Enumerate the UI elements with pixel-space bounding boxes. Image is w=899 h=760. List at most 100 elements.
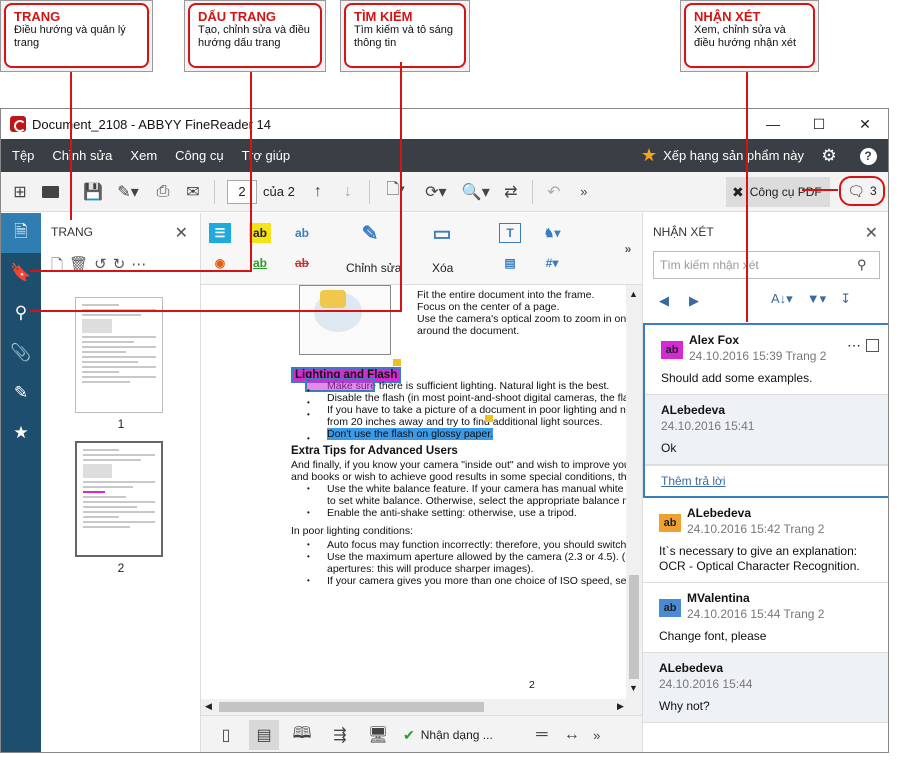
email-icon[interactable]: ✉ — [178, 177, 208, 207]
eraser-icon[interactable]: ▭ — [431, 223, 453, 245]
underline-icon[interactable]: ab — [249, 253, 271, 273]
number-icon[interactable]: #▾ — [541, 253, 563, 273]
window-title: Document_2108 - ABBYY FineReader 14 — [32, 116, 271, 132]
erase-label[interactable]: Xóa — [432, 261, 453, 275]
rotate-right-icon[interactable]: ↻ — [113, 255, 126, 280]
comment-item[interactable]: ab Alex Fox 24.10.2016 15:39 Trang 2 Sho… — [645, 325, 888, 394]
expand-all-icon[interactable]: ↧ — [840, 291, 851, 307]
resolve-checkbox[interactable] — [866, 339, 879, 352]
help-icon[interactable]: ? — [857, 145, 879, 167]
menu-edit[interactable]: Chỉnh sửa — [43, 148, 121, 163]
edit-label[interactable]: Chỉnh sửa — [346, 261, 401, 275]
highlight-badge: ab — [659, 599, 681, 617]
underline-text-icon[interactable]: ab — [291, 223, 313, 243]
note-marker-icon[interactable] — [485, 415, 493, 422]
star-icon[interactable]: ★ — [9, 421, 33, 445]
pdf-tools-button[interactable]: ✖ Công cụ PDF — [726, 177, 830, 207]
compare-icon[interactable]: ⇄ — [496, 177, 526, 207]
callout-desc: Điều hướng và quản lý trang — [14, 24, 126, 49]
image-icon[interactable]: ▤ — [499, 253, 521, 273]
minimize-button[interactable]: — — [750, 109, 796, 139]
save-icon[interactable]: 💾 — [78, 177, 108, 207]
add-reply-link[interactable]: Thêm trả lời — [661, 474, 726, 488]
signature-icon[interactable]: ✎ — [9, 381, 33, 405]
note-marker-icon[interactable] — [393, 359, 401, 366]
callout-connector — [746, 72, 748, 322]
rotate-left-icon[interactable]: ↺ — [94, 255, 107, 280]
print-icon[interactable]: ⎙ — [148, 177, 178, 207]
next-page-icon[interactable]: ↓ — [333, 177, 363, 207]
menu-tools[interactable]: Công cụ — [166, 148, 232, 163]
filter-icon[interactable]: ▼▾ — [807, 291, 826, 307]
menu-bar: Tệp Chỉnh sửa Xem Công cụ Trợ giúp ★ Xếp… — [1, 139, 888, 172]
stamp-user-icon[interactable]: ♞▾ — [541, 223, 563, 243]
comment-thread-selected[interactable]: ab Alex Fox 24.10.2016 15:39 Trang 2 Sho… — [643, 323, 888, 498]
comment-item[interactable]: ab ALebedeva 24.10.2016 15:42 Trang 2 It… — [643, 498, 888, 583]
callout-pages: TRANG Điều hướng và quản lý trang — [0, 0, 153, 72]
next-comment-icon[interactable]: ▶ — [689, 293, 699, 309]
zoom-level-icon[interactable]: ═ — [527, 720, 557, 750]
delete-page-icon[interactable]: 🗑 — [69, 255, 88, 280]
fit-page-width-icon[interactable]: ↔ — [557, 720, 587, 750]
close-icon[interactable]: ✕ — [175, 223, 188, 243]
note-icon[interactable]: ☰ — [209, 223, 231, 243]
maximize-button[interactable]: ☐ — [796, 109, 842, 139]
comments-panel: NHẬN XÉT ✕ Tìm kiếm nhận xét ⚲ ◀ ▶ A↓▾ ▼… — [642, 213, 888, 752]
text-box-icon[interactable]: T — [499, 223, 521, 243]
more-view-icon[interactable]: » — [587, 720, 607, 750]
recognize-page-icon[interactable]: 🔍▾ — [456, 177, 496, 207]
bookmark-icon[interactable]: 🔖 — [9, 261, 33, 285]
more-icon[interactable]: ⋯ — [847, 337, 861, 354]
attachment-icon[interactable]: 📎 — [9, 341, 33, 365]
title-bar: Document_2108 - ABBYY FineReader 14 — ☐ … — [1, 109, 888, 139]
pages-icon[interactable]: 🗎 — [1, 213, 41, 253]
add-page-icon[interactable]: 🗋 — [51, 255, 63, 280]
menu-view[interactable]: Xem — [121, 148, 166, 163]
strikethrough-icon[interactable]: ab — [291, 253, 313, 273]
close-button[interactable]: ✕ — [842, 109, 888, 139]
fullscreen-icon[interactable]: 🖥 — [363, 720, 393, 750]
scroll-pages-icon[interactable]: ▤ — [249, 720, 279, 750]
more-toolbar-icon[interactable]: » — [569, 177, 599, 207]
open-folder-icon[interactable] — [35, 177, 65, 207]
comment-search-input[interactable]: Tìm kiếm nhận xét — [653, 251, 880, 279]
document-view[interactable]: Fit the entire document into the frame. … — [201, 285, 642, 715]
pdf-tools-label: Công cụ PDF — [749, 185, 822, 199]
more-tools-icon[interactable]: » — [617, 239, 639, 259]
recognize-button[interactable]: ✔ Nhận dạng ... — [403, 727, 493, 744]
add-page-icon[interactable]: 🗋▾ — [376, 177, 416, 207]
comments-toggle-button[interactable]: 🗨 3 — [839, 176, 885, 206]
page-thumbnail[interactable] — [75, 441, 163, 557]
fit-width-icon[interactable]: ⇶ — [325, 720, 355, 750]
menu-file[interactable]: Tệp — [3, 148, 43, 163]
app-window: Document_2108 - ABBYY FineReader 14 — ☐ … — [0, 108, 889, 753]
comment-reply[interactable]: ALebedeva 24.10.2016 15:44 Why not? — [643, 653, 888, 723]
undo-icon[interactable]: ↶ — [539, 177, 569, 207]
comment-item[interactable]: ab MValentina 24.10.2016 15:44 Trang 2 C… — [643, 583, 888, 653]
new-task-icon[interactable]: ⊞ — [5, 177, 35, 207]
menu-help[interactable]: Trợ giúp — [233, 148, 300, 163]
page-number-input[interactable]: 2 — [227, 179, 257, 204]
gear-icon[interactable]: ⚙ — [818, 145, 840, 167]
sort-icon[interactable]: A↓▾ — [771, 291, 793, 307]
close-icon[interactable]: ✕ — [865, 223, 878, 243]
comment-reply[interactable]: ALebedeva 24.10.2016 15:41 Ok — [645, 394, 888, 465]
save-as-icon[interactable]: ✎▾ — [108, 177, 148, 207]
previous-page-icon[interactable]: ↑ — [303, 177, 333, 207]
highlight-icon[interactable]: ab — [249, 223, 271, 243]
rotate-icon[interactable]: ⟳▾ — [416, 177, 456, 207]
more-icon[interactable]: ⋯ — [131, 255, 146, 280]
vertical-scrollbar[interactable]: ▲ ▼ — [626, 285, 642, 699]
app-logo-icon — [10, 116, 26, 132]
rate-product-link[interactable]: ★ Xếp hạng sản phẩm này — [641, 139, 804, 172]
search-icon[interactable]: ⚲ — [9, 301, 33, 325]
edit-pen-icon[interactable]: ✎ — [359, 223, 381, 245]
two-pages-icon[interactable]: 🕮 — [287, 720, 317, 750]
horizontal-scrollbar[interactable]: ◀ ▶ — [201, 699, 642, 715]
previous-comment-icon[interactable]: ◀ — [659, 293, 669, 309]
pages-panel: TRANG ✕ 🗋 🗑 ↺ ↻ ⋯ 1 2 — [41, 213, 201, 752]
callout-title: DẤU TRANG — [198, 9, 276, 24]
page-thumbnail[interactable] — [75, 297, 163, 413]
comment-author: MValentina — [687, 591, 750, 605]
single-page-icon[interactable]: ▯ — [211, 720, 241, 750]
